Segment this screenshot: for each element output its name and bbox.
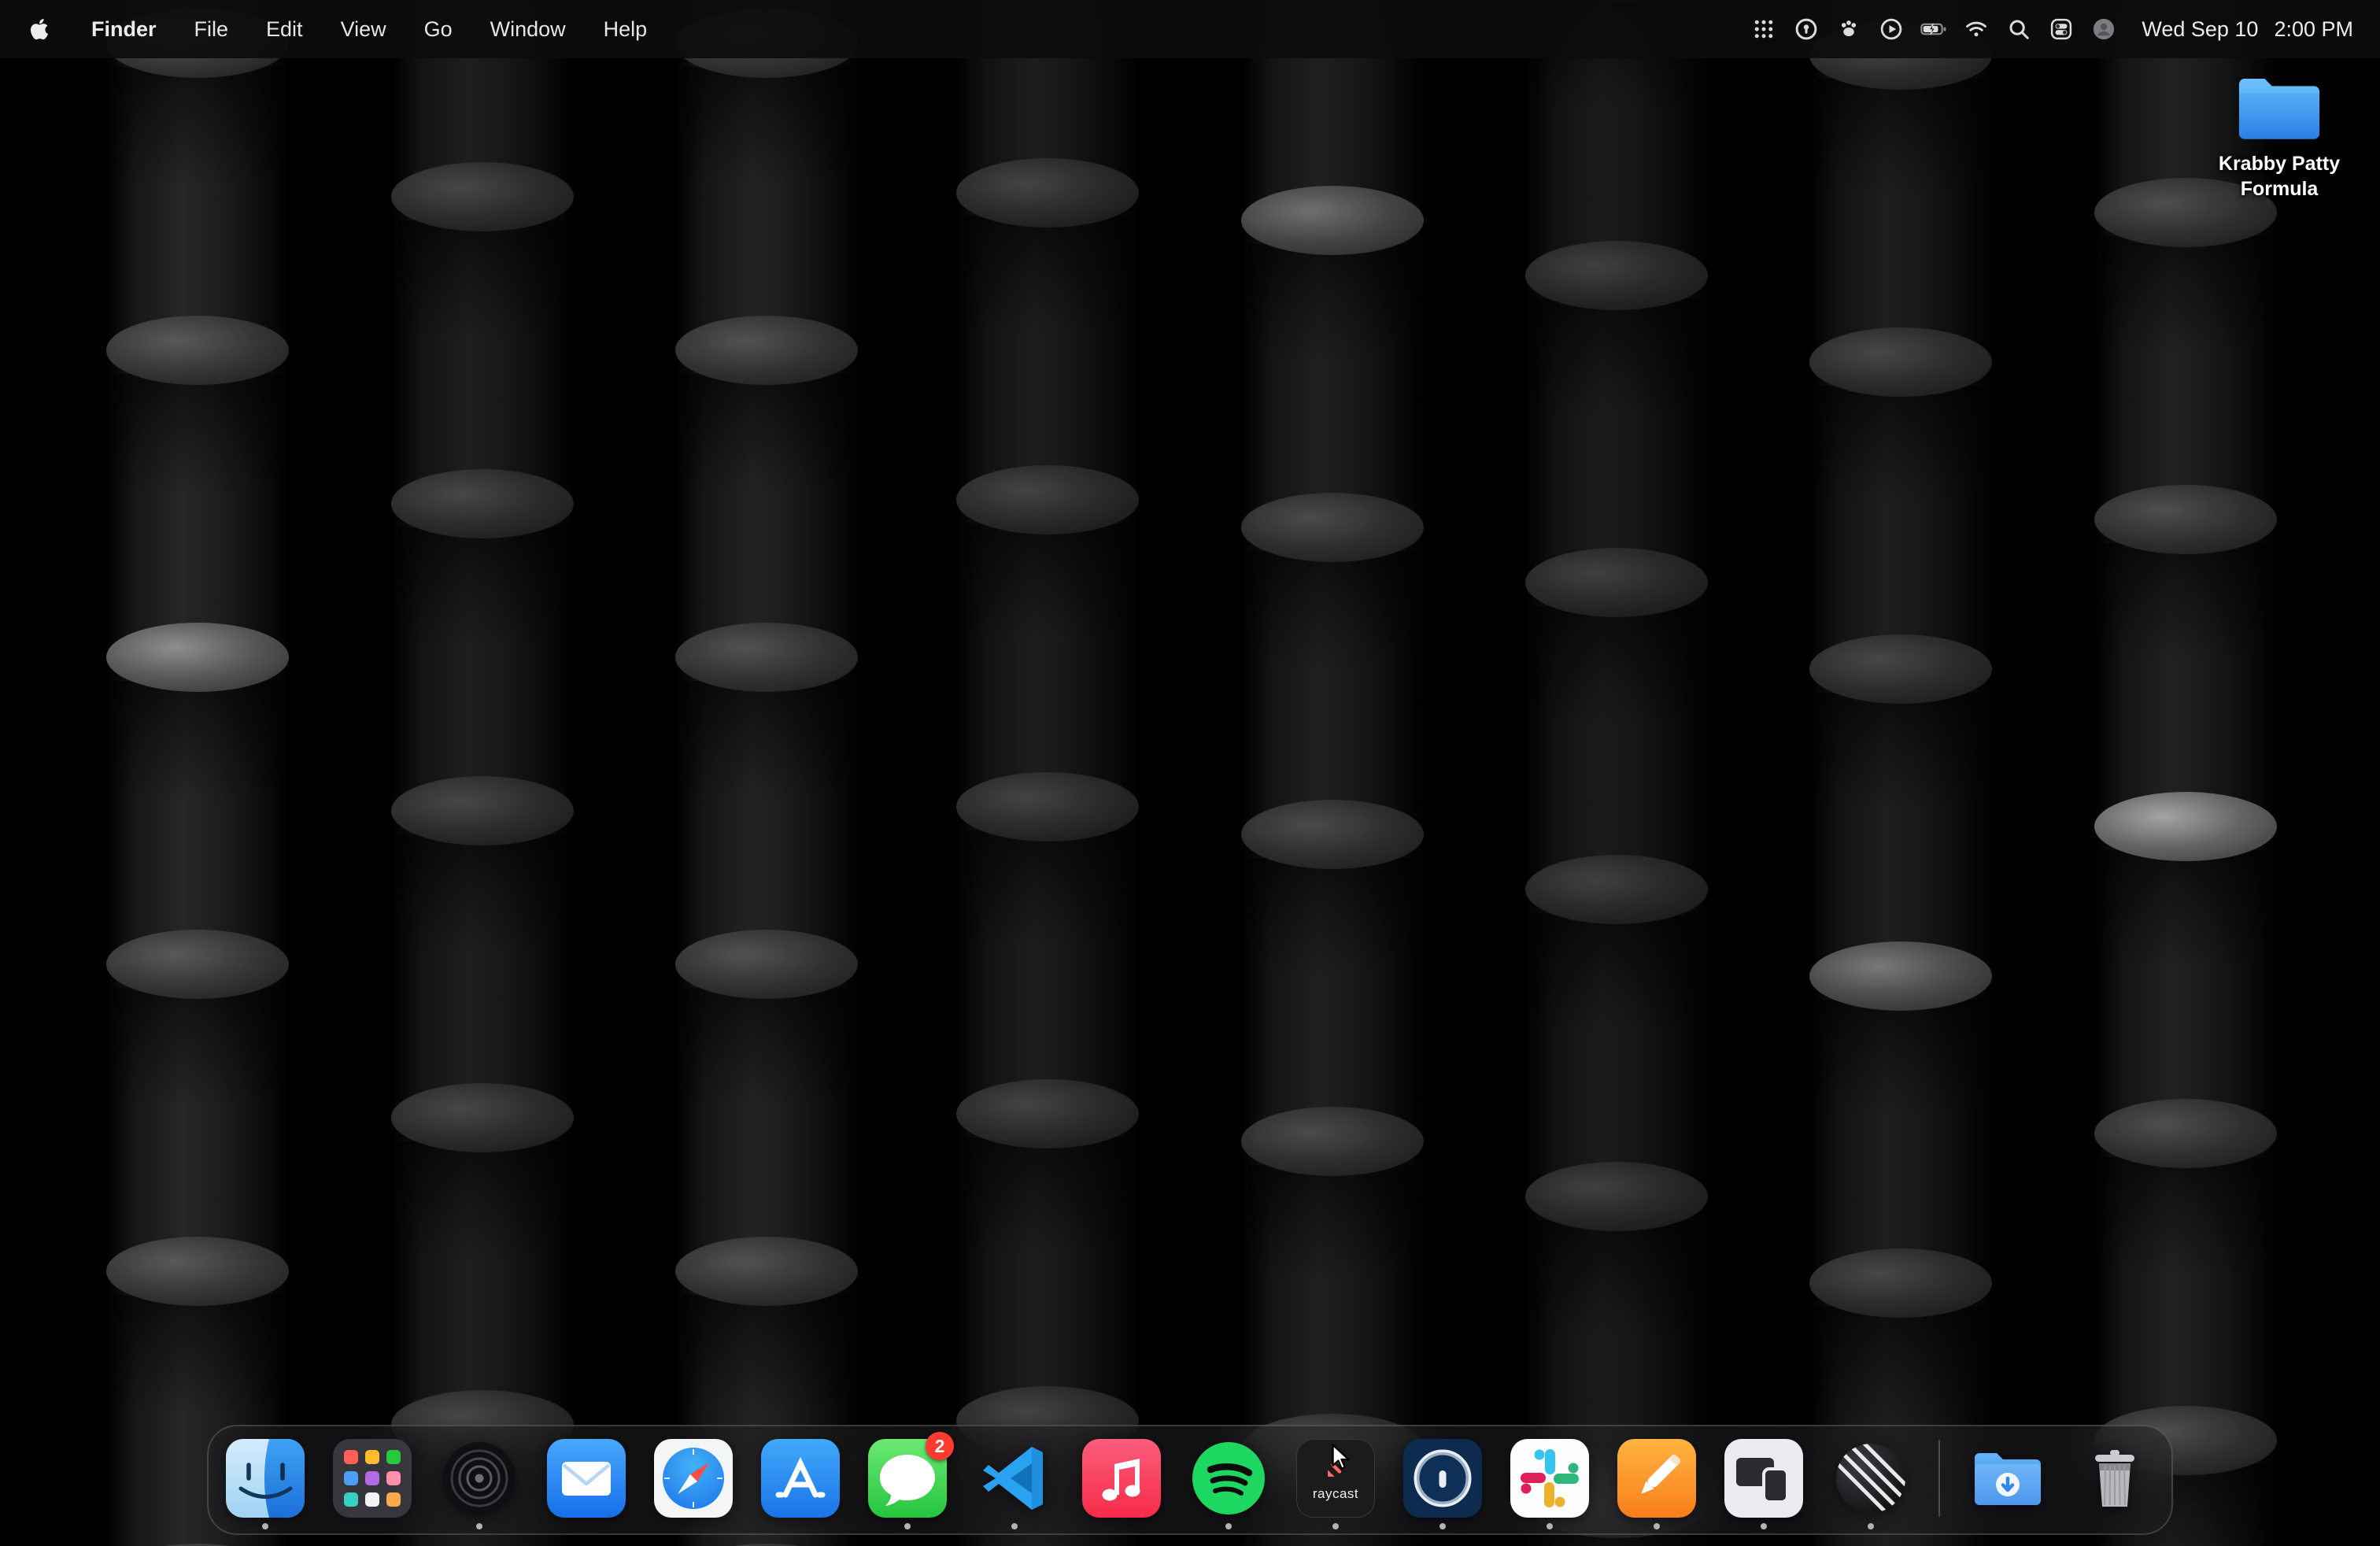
wallpaper-cylinder-column	[1525, 0, 1708, 1546]
mail-icon	[547, 1439, 626, 1518]
wallpaper-cylinder-column	[106, 0, 289, 1546]
striped-sphere-icon	[1831, 1439, 1910, 1518]
spotlight-icon[interactable]	[2001, 12, 2036, 46]
keyhole-icon[interactable]	[1789, 12, 1824, 46]
wifi-icon[interactable]	[1959, 12, 1994, 46]
dock-item-app-store[interactable]	[761, 1439, 840, 1518]
finder-icon	[226, 1439, 305, 1518]
menu-view[interactable]: View	[322, 17, 405, 42]
displays-icon	[1724, 1439, 1803, 1518]
running-indicator	[1332, 1523, 1339, 1529]
grid-icon[interactable]	[1746, 12, 1781, 46]
battery-charging-icon[interactable]	[1916, 12, 1951, 46]
wallpaper-cylinder-column	[1809, 0, 1992, 1546]
1password-icon	[1403, 1439, 1482, 1518]
play-icon[interactable]	[1874, 12, 1909, 46]
dock-item-messages[interactable]: 2	[868, 1439, 947, 1518]
menu-window[interactable]: Window	[471, 17, 585, 42]
profile-icon[interactable]	[2086, 12, 2121, 46]
dock: 2	[207, 1425, 2173, 1535]
menu-edit[interactable]: Edit	[247, 17, 322, 42]
running-indicator	[1547, 1523, 1553, 1529]
dock-item-vscode[interactable]	[975, 1439, 1054, 1518]
folder-icon	[2234, 69, 2325, 145]
music-icon	[1082, 1439, 1161, 1518]
menubar-date: Wed Sep 10	[2142, 17, 2258, 42]
running-indicator	[1439, 1523, 1446, 1529]
dock-item-trash[interactable]	[2075, 1439, 2154, 1518]
dock-separator	[1938, 1440, 1940, 1517]
dock-item-rings-app[interactable]	[440, 1439, 519, 1518]
dock-item-pages[interactable]	[1617, 1439, 1696, 1518]
dock-item-sphere[interactable]	[1831, 1439, 1910, 1518]
menu-bar-status-area: Wed Sep 10 2:00 PM	[1746, 12, 2353, 46]
dock-item-spotify[interactable]	[1189, 1439, 1268, 1518]
dock-item-1password[interactable]	[1403, 1439, 1482, 1518]
dock-item-finder[interactable]	[226, 1439, 305, 1518]
desktop-icon-label: Krabby Patty Formula	[2201, 151, 2358, 202]
wallpaper-cylinder-column	[675, 0, 858, 1546]
orange-pen-icon	[1617, 1439, 1696, 1518]
dock-item-slack[interactable]	[1510, 1439, 1589, 1518]
running-indicator	[904, 1523, 911, 1529]
running-indicator	[1868, 1523, 1874, 1529]
dock-item-launchpad[interactable]	[333, 1439, 412, 1518]
dock-item-displays[interactable]	[1724, 1439, 1803, 1518]
menubar-time: 2:00 PM	[2274, 17, 2353, 42]
apple-menu[interactable]	[30, 17, 60, 41]
running-indicator	[1654, 1523, 1660, 1529]
menu-file[interactable]: File	[176, 17, 248, 42]
concentric-rings-icon	[440, 1439, 519, 1518]
running-indicator	[1761, 1523, 1767, 1529]
apple-logo-icon	[30, 17, 49, 41]
control-center-icon[interactable]	[2044, 12, 2079, 46]
menubar-clock[interactable]: Wed Sep 10 2:00 PM	[2142, 17, 2353, 42]
wallpaper-cylinder-column	[1241, 0, 1424, 1546]
trash-icon	[2075, 1439, 2154, 1518]
menu-help[interactable]: Help	[585, 17, 667, 42]
running-indicator	[476, 1523, 482, 1529]
desktop-icon-krabby-patty-formula[interactable]: Krabby Patty Formula	[2196, 69, 2363, 202]
app-store-icon	[761, 1439, 840, 1518]
wallpaper-cylinder-column	[391, 0, 574, 1546]
running-indicator	[262, 1523, 268, 1529]
mouse-cursor	[1327, 1442, 1355, 1478]
dock-item-music[interactable]	[1082, 1439, 1161, 1518]
dock-item-mail[interactable]	[547, 1439, 626, 1518]
wallpaper-cylinder-column	[956, 0, 1139, 1546]
vscode-icon	[975, 1439, 1054, 1518]
wallpaper	[0, 0, 2380, 1546]
menu-go[interactable]: Go	[405, 17, 471, 42]
slack-icon	[1510, 1439, 1589, 1518]
wallpaper-cylinder-column	[2094, 0, 2277, 1546]
notification-badge: 2	[926, 1432, 954, 1460]
menu-bar: Finder File Edit View Go Window Help	[0, 0, 2380, 58]
running-indicator	[1225, 1523, 1232, 1529]
safari-icon	[654, 1439, 733, 1518]
dock-item-downloads[interactable]	[1968, 1439, 2047, 1518]
menu-bar-left: Finder File Edit View Go Window Help	[30, 17, 666, 42]
launchpad-icon	[333, 1439, 412, 1518]
dock-item-safari[interactable]	[654, 1439, 733, 1518]
running-indicator	[1011, 1523, 1018, 1529]
active-app-name[interactable]: Finder	[72, 17, 176, 42]
downloads-folder-icon	[1968, 1439, 2047, 1518]
spotify-icon	[1189, 1439, 1268, 1518]
dots-cluster-icon[interactable]	[1831, 12, 1866, 46]
raycast-label: raycast	[1313, 1486, 1358, 1502]
